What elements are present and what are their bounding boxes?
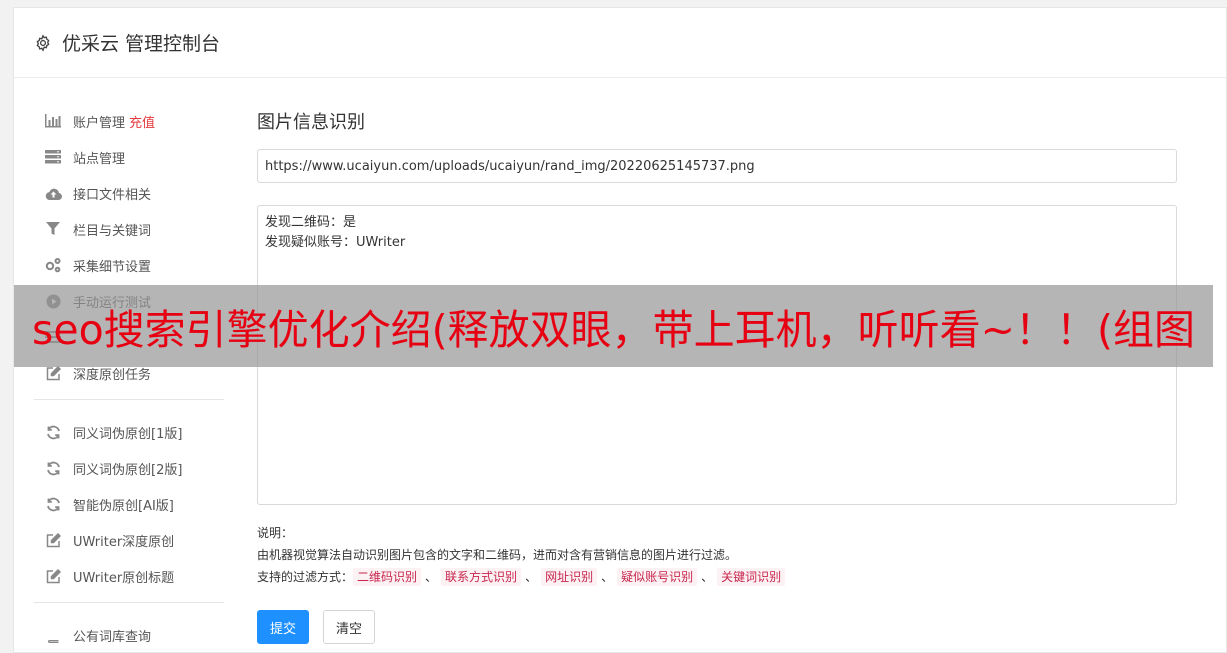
sidebar-item-label: UWriter深度原创 bbox=[73, 534, 175, 550]
server-icon bbox=[44, 148, 62, 166]
sidebar-item-label: 站点管理 bbox=[73, 151, 126, 167]
console-header: 优采云 管理控制台 bbox=[14, 8, 1226, 78]
gears-icon bbox=[44, 256, 62, 274]
gear-icon bbox=[34, 33, 52, 52]
edit-icon bbox=[44, 531, 62, 549]
refresh-icon bbox=[44, 459, 62, 477]
sidebar-divider bbox=[34, 399, 224, 400]
sidebar-item-label: UWriter原创标题 bbox=[73, 570, 175, 586]
tag-separator: 、 bbox=[601, 570, 614, 584]
notes-title: 说明： bbox=[257, 526, 294, 540]
recharge-link[interactable]: 充值 bbox=[129, 112, 155, 131]
sidebar-item-label: 账户管理 bbox=[73, 115, 126, 131]
tag-separator: 、 bbox=[701, 570, 714, 584]
image-url-input[interactable] bbox=[257, 149, 1177, 183]
clear-button[interactable]: 清空 bbox=[323, 610, 376, 644]
submit-button[interactable]: 提交 bbox=[257, 610, 310, 644]
sidebar-item[interactable]: 公有词库查询 bbox=[34, 617, 224, 653]
filter-tag: 关键词识别 bbox=[717, 568, 786, 586]
filter-label: 支持的过滤方式： bbox=[257, 570, 354, 584]
sidebar-item[interactable]: UWriter深度原创 bbox=[34, 522, 224, 558]
cloud-upload-icon bbox=[44, 184, 62, 202]
tag-separator: 、 bbox=[525, 570, 538, 584]
console-title: 优采云 管理控制台 bbox=[62, 33, 221, 55]
sidebar-item[interactable]: 账户管理 充值 bbox=[34, 103, 224, 139]
sidebar-item-label: 同义词伪原创[1版] bbox=[73, 426, 183, 442]
sidebar-item[interactable]: UWriter原创标题 bbox=[34, 558, 224, 594]
sidebar-item-label: 同义词伪原创[2版] bbox=[73, 462, 183, 478]
sidebar-item[interactable]: 智能伪原创[AI版] bbox=[34, 486, 224, 522]
book-icon bbox=[44, 626, 62, 644]
sidebar: 账户管理充值站点管理接口文件相关栏目与关键词采集细节设置手动运行测试深度原创任务… bbox=[34, 103, 224, 653]
sidebar-item[interactable]: 栏目与关键词 bbox=[34, 211, 224, 247]
sidebar-item[interactable]: 采集细节设置 bbox=[34, 247, 224, 283]
sidebar-item-label: 公有词库查询 bbox=[73, 629, 152, 645]
notes-desc: 由机器视觉算法自动识别图片包含的文字和二维码，进而对含有营销信息的图片进行过滤。 bbox=[257, 548, 738, 562]
filter-tag: 联系方式识别 bbox=[441, 568, 522, 586]
notes: 说明： 由机器视觉算法自动识别图片包含的文字和二维码，进而对含有营销信息的图片进… bbox=[257, 522, 1177, 588]
banner-text: seo搜索引擎优化介绍(释放双眼，带上耳机，听听看~！！(组图 bbox=[31, 306, 1195, 354]
tag-separator: 、 bbox=[425, 570, 438, 584]
filter-tag: 疑似账号识别 bbox=[617, 568, 698, 586]
sidebar-item[interactable]: 同义词伪原创[1版] bbox=[34, 414, 224, 450]
sidebar-item-label: 采集细节设置 bbox=[73, 259, 152, 275]
sidebar-item[interactable]: 同义词伪原创[2版] bbox=[34, 450, 224, 486]
filter-methods: 支持的过滤方式： 二维码识别、联系方式识别、网址识别、疑似账号识别、关键词识别 bbox=[257, 566, 1177, 588]
sidebar-item-label: 接口文件相关 bbox=[73, 187, 152, 203]
sidebar-divider bbox=[34, 602, 224, 603]
page-title: 图片信息识别 bbox=[257, 112, 365, 133]
action-buttons: 提交 清空 bbox=[257, 610, 1177, 644]
bar-chart-icon bbox=[44, 112, 62, 130]
main-content: 图片信息识别 说明： 由机器视觉算法自动识别图片包含的文字和二维码，进而对含有营… bbox=[257, 108, 1177, 644]
sidebar-item[interactable]: 接口文件相关 bbox=[34, 175, 224, 211]
sidebar-item-label: 栏目与关键词 bbox=[73, 223, 152, 239]
refresh-icon bbox=[44, 423, 62, 441]
sidebar-item[interactable]: 站点管理 bbox=[34, 139, 224, 175]
filter-tag: 二维码识别 bbox=[353, 568, 422, 586]
edit-icon bbox=[44, 567, 62, 585]
overlay-banner: seo搜索引擎优化介绍(释放双眼，带上耳机，听听看~！！(组图 bbox=[14, 285, 1213, 367]
filter-icon bbox=[44, 220, 62, 238]
filter-tag: 网址识别 bbox=[541, 568, 598, 586]
refresh-icon bbox=[44, 495, 62, 513]
sidebar-item-label: 智能伪原创[AI版] bbox=[73, 498, 174, 514]
